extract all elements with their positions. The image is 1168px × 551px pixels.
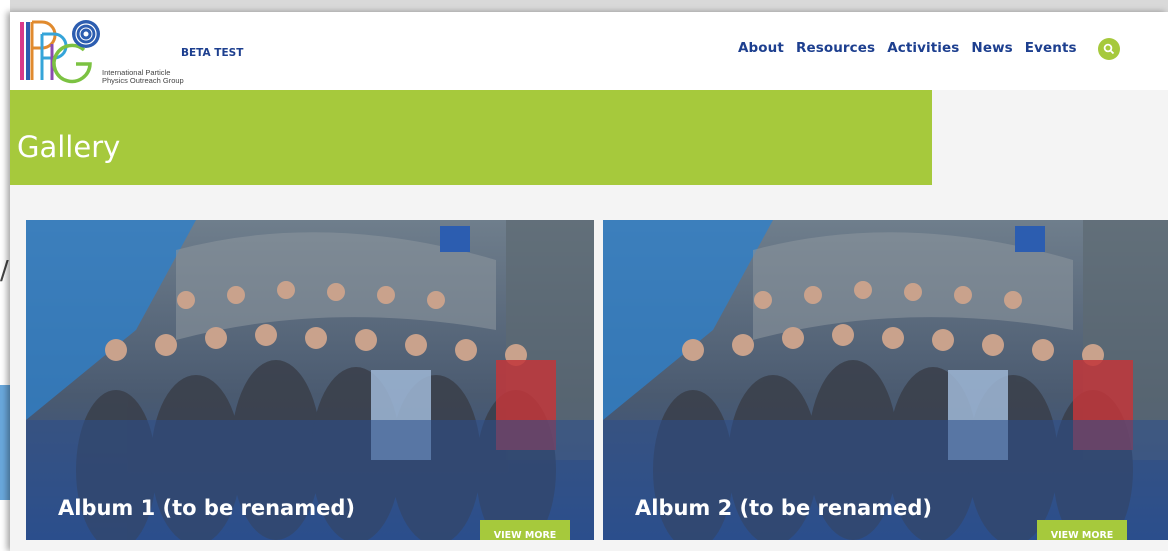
album-photo-1: [26, 220, 594, 540]
nav-resources[interactable]: Resources: [796, 40, 875, 56]
album-title-1: Album 1 (to be renamed): [58, 496, 355, 520]
search-icon: [1103, 43, 1115, 55]
background-blue-block: [0, 385, 10, 500]
org-name-line2: Physics Outreach Group: [102, 76, 184, 85]
page: International Particle Physics Outreach …: [10, 12, 1168, 551]
nav-events[interactable]: Events: [1025, 40, 1077, 56]
album-card-2[interactable]: Album 2 (to be renamed) VIEW MORE: [603, 220, 1168, 540]
nav-activities[interactable]: Activities: [887, 40, 959, 56]
org-name: International Particle Physics Outreach …: [102, 69, 202, 85]
album-photo-2: [603, 220, 1168, 540]
beta-test-label: BETA TEST: [181, 47, 244, 59]
site-header: International Particle Physics Outreach …: [10, 12, 1168, 90]
search-button[interactable]: [1098, 38, 1120, 60]
nav-news[interactable]: News: [971, 40, 1012, 56]
page-title: Gallery: [17, 130, 121, 164]
view-more-button-2[interactable]: VIEW MORE: [1037, 520, 1127, 540]
nav-about[interactable]: About: [738, 40, 784, 56]
album-card-1[interactable]: Album 1 (to be renamed) VIEW MORE: [26, 220, 594, 540]
main-nav: About Resources Activities News Events: [738, 40, 1077, 56]
album-title-2: Album 2 (to be renamed): [635, 496, 932, 520]
ippog-logo[interactable]: International Particle Physics Outreach …: [18, 16, 188, 88]
gallery-banner: Gallery: [10, 90, 932, 185]
view-more-button-1[interactable]: VIEW MORE: [480, 520, 570, 540]
background-glyph: /: [0, 256, 9, 286]
